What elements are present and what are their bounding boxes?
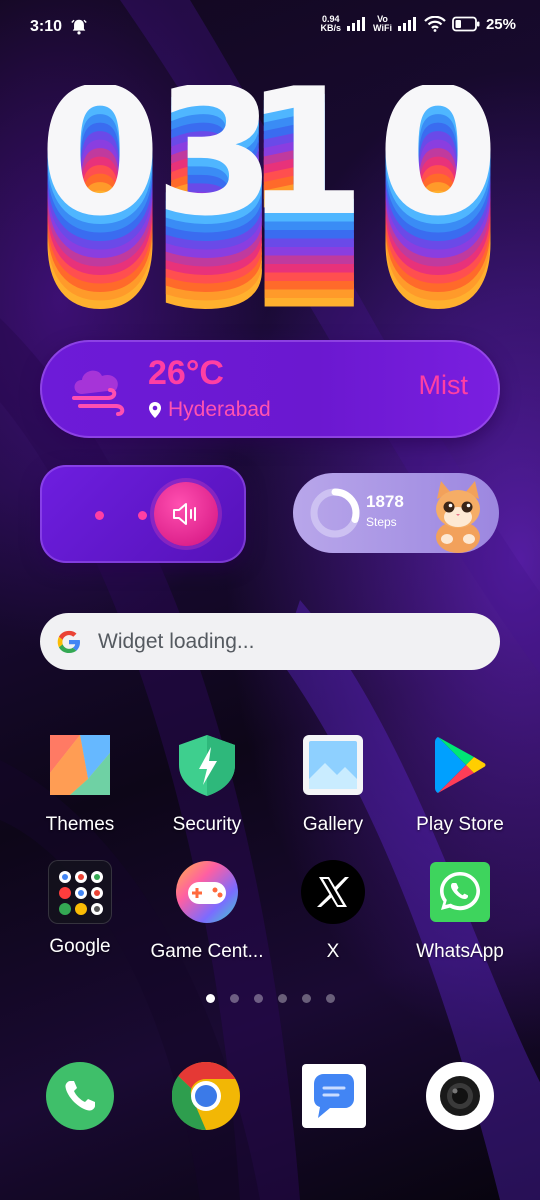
- app-label: Gallery: [302, 814, 364, 835]
- weather-condition: Mist: [418, 370, 469, 400]
- app-label: WhatsApp: [416, 941, 504, 962]
- clock-widget[interactable]: 000000000000333333333333111111111111 0000…: [45, 85, 495, 310]
- location-row: Hyderabad: [148, 398, 271, 422]
- wifi-icon: [424, 16, 446, 32]
- messages-icon[interactable]: [300, 1062, 368, 1130]
- whatsapp-icon: [430, 862, 490, 922]
- page-indicator[interactable]: [0, 994, 540, 1003]
- gallery-icon: [303, 735, 363, 795]
- clock-digit-face: 0: [377, 85, 495, 255]
- app-label: Google: [49, 936, 111, 957]
- battery-icon: [452, 16, 480, 32]
- status-bar: 3:10 0.94 KB/s Vo WiFi 25%: [0, 0, 540, 56]
- volume-dot: [95, 511, 104, 520]
- game-center-icon: [176, 861, 238, 923]
- city-name: Hyderabad: [168, 398, 271, 421]
- camera-icon[interactable]: [426, 1062, 494, 1130]
- app-themes[interactable]: Themes: [20, 733, 140, 836]
- volume-widget[interactable]: [40, 465, 246, 563]
- volume-button[interactable]: [154, 482, 218, 546]
- google-search-widget[interactable]: Widget loading...: [40, 613, 500, 670]
- phone-icon[interactable]: [46, 1062, 114, 1130]
- cat-mascot-icon: [436, 481, 480, 553]
- app-security[interactable]: Security: [147, 733, 267, 836]
- steps-widget[interactable]: 1878 Steps: [293, 473, 499, 553]
- page-dot[interactable]: [229, 994, 239, 1003]
- vowifi-indicator: Vo WiFi: [373, 15, 392, 33]
- page-dot[interactable]: [301, 994, 311, 1003]
- app-whatsapp[interactable]: WhatsApp: [400, 860, 520, 963]
- search-placeholder: Widget loading...: [98, 629, 255, 653]
- status-time: 3:10: [30, 18, 63, 35]
- network-speed: 0.94 KB/s: [321, 15, 342, 33]
- network-speed-unit: KB/s: [320, 23, 342, 33]
- steps-count: 1878: [366, 492, 404, 511]
- security-icon: [179, 735, 235, 796]
- app-play-store[interactable]: Play Store: [400, 733, 520, 836]
- app-label: Themes: [45, 814, 115, 835]
- app-label: X: [326, 941, 340, 962]
- app-x[interactable]: X: [273, 860, 393, 963]
- app-gallery[interactable]: Gallery: [273, 733, 393, 836]
- steps-label: Steps: [366, 515, 397, 529]
- steps-progress-ring: [310, 488, 360, 538]
- page-dot[interactable]: [205, 994, 215, 1003]
- status-indicators: 0.94 KB/s Vo WiFi 25%: [321, 15, 516, 33]
- speaker-icon: [173, 503, 196, 525]
- alarm-bell-icon: [71, 19, 87, 35]
- x-icon: [301, 860, 365, 924]
- clock-digit-face: 0: [45, 85, 161, 255]
- google-folder-icon: [48, 860, 112, 924]
- location-pin-icon: [149, 402, 161, 418]
- clock-digit: 000000000000: [377, 85, 495, 310]
- clock-digit: 000000000000: [45, 85, 161, 310]
- app-game-center[interactable]: Game Cent...: [147, 860, 267, 963]
- play-store-icon: [435, 737, 486, 793]
- app-label: Security: [172, 814, 242, 835]
- clock-digit: 111111111111: [244, 85, 366, 310]
- temperature: 26°C: [148, 354, 224, 392]
- app-google-folder[interactable]: Google: [20, 860, 140, 958]
- signal-icon-2: [397, 17, 416, 31]
- mist-cloud-icon: [72, 370, 125, 416]
- page-dot[interactable]: [277, 994, 287, 1003]
- google-folder-apps-icon: [59, 871, 103, 915]
- app-label: Game Cent...: [150, 941, 264, 962]
- themes-icon: [50, 735, 110, 795]
- wifi-calling-label: WiFi: [373, 23, 392, 33]
- signal-icon: [347, 17, 366, 31]
- weather-widget[interactable]: 26°C Hyderabad Mist: [40, 340, 500, 438]
- battery-percentage: 25%: [485, 15, 516, 33]
- volume-dot: [138, 511, 147, 520]
- clock-digit-face: 1: [244, 85, 366, 255]
- google-g-icon: [57, 630, 80, 653]
- app-label: Play Store: [416, 814, 504, 835]
- page-dot[interactable]: [253, 994, 263, 1003]
- page-dot[interactable]: [325, 994, 335, 1003]
- chrome-icon[interactable]: [172, 1062, 240, 1130]
